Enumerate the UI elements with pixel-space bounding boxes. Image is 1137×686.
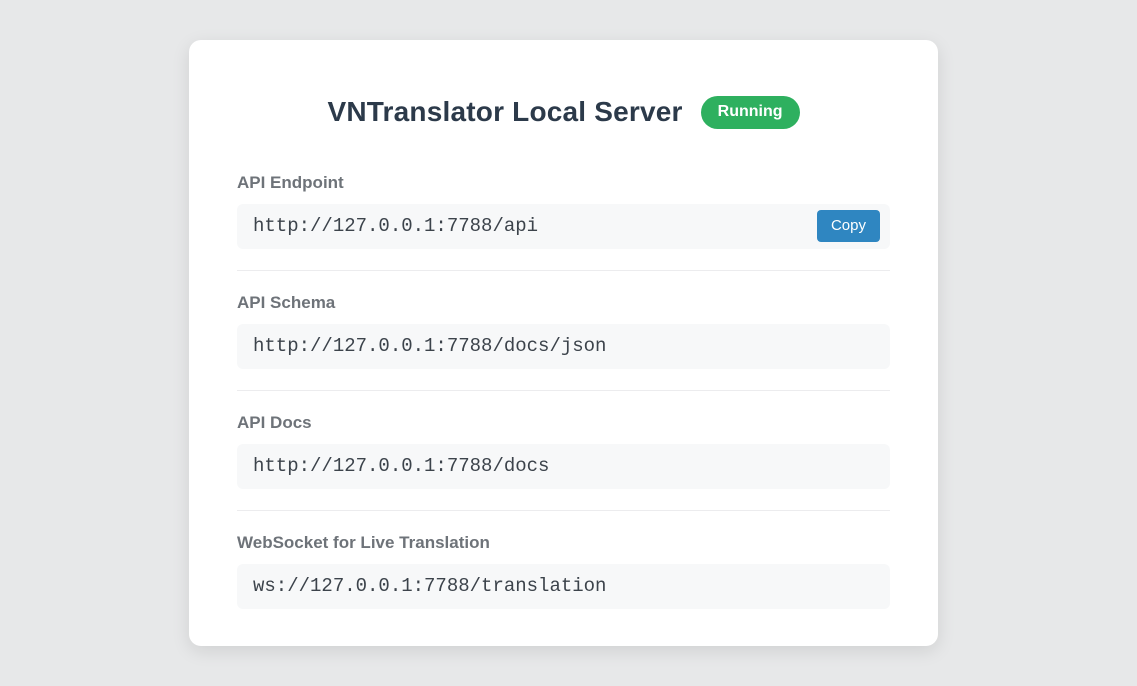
- divider: [237, 270, 890, 271]
- section-label: WebSocket for Live Translation: [237, 533, 890, 553]
- api-docs-url: http://127.0.0.1:7788/docs: [253, 455, 880, 477]
- websocket-url-box: ws://127.0.0.1:7788/translation: [237, 564, 890, 609]
- api-schema-url-box: http://127.0.0.1:7788/docs/json: [237, 324, 890, 369]
- section-api-docs: API Docs http://127.0.0.1:7788/docs: [237, 413, 890, 489]
- divider: [237, 390, 890, 391]
- section-api-endpoint: API Endpoint http://127.0.0.1:7788/api C…: [237, 173, 890, 249]
- header: VNTranslator Local Server Running: [237, 96, 890, 129]
- api-docs-url-box: http://127.0.0.1:7788/docs: [237, 444, 890, 489]
- api-endpoint-url: http://127.0.0.1:7788/api: [253, 215, 817, 237]
- api-schema-url: http://127.0.0.1:7788/docs/json: [253, 335, 880, 357]
- status-badge: Running: [701, 96, 800, 129]
- page-background: { "header": { "title": "VNTranslator Loc…: [0, 0, 1137, 686]
- section-api-schema: API Schema http://127.0.0.1:7788/docs/js…: [237, 293, 890, 369]
- websocket-url: ws://127.0.0.1:7788/translation: [253, 575, 880, 597]
- copy-button[interactable]: Copy: [817, 210, 880, 243]
- server-status-card: VNTranslator Local Server Running API En…: [189, 40, 938, 646]
- page-title: VNTranslator Local Server: [327, 96, 682, 128]
- section-label: API Docs: [237, 413, 890, 433]
- section-websocket: WebSocket for Live Translation ws://127.…: [237, 533, 890, 609]
- section-label: API Schema: [237, 293, 890, 313]
- api-endpoint-url-box: http://127.0.0.1:7788/api Copy: [237, 204, 890, 249]
- divider: [237, 510, 890, 511]
- section-label: API Endpoint: [237, 173, 890, 193]
